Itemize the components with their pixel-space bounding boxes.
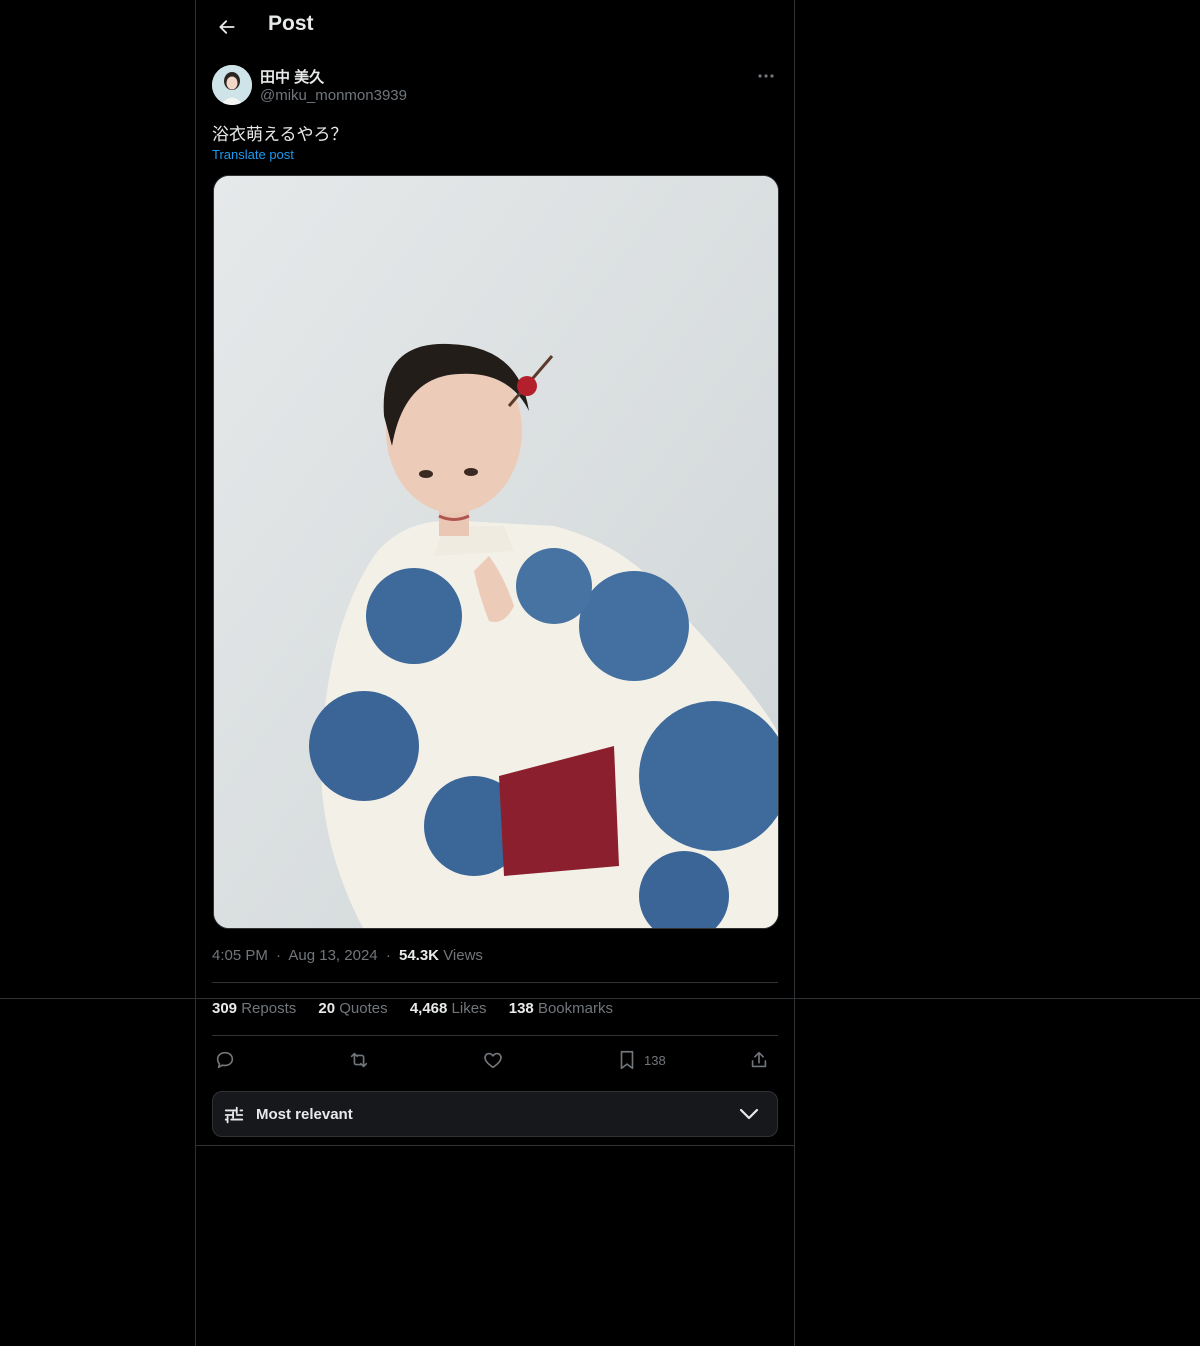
reply-sort-dropdown[interactable]: Most relevant	[212, 1091, 778, 1137]
bookmarks-count: 138	[508, 1000, 534, 1017]
divider	[196, 1145, 794, 1146]
reposts-stat[interactable]: 309 Reposts	[212, 1000, 296, 1017]
chevron-down-icon	[739, 1108, 759, 1120]
quotes-stat[interactable]: 20 Quotes	[318, 1000, 387, 1017]
likes-stat[interactable]: 4,468 Likes	[410, 1000, 487, 1017]
meta-separator: ·	[276, 947, 282, 964]
engagement-stats: 309 Reposts 20 Quotes 4,468 Likes 138 Bo…	[212, 1000, 631, 1017]
share-icon	[751, 1051, 767, 1068]
bookmark-count: 138	[644, 1052, 666, 1068]
reposts-label: Reposts	[241, 1000, 297, 1017]
back-button[interactable]	[212, 12, 242, 42]
quotes-count: 20	[318, 1000, 336, 1017]
likes-count: 4,468	[409, 1000, 448, 1017]
reply-button[interactable]	[214, 1046, 236, 1074]
reposts-count: 309	[212, 1000, 238, 1017]
user-handle[interactable]: @miku_monmon3939	[260, 87, 407, 104]
reply-icon	[216, 1051, 234, 1069]
meta-separator: ·	[385, 947, 391, 964]
avatar[interactable]	[212, 65, 252, 105]
like-icon	[484, 1052, 502, 1069]
filter-sliders-icon	[224, 1106, 244, 1124]
repost-icon	[350, 1052, 368, 1068]
arrow-left-icon	[219, 20, 235, 34]
likes-label: Likes	[451, 1000, 487, 1017]
quotes-label: Quotes	[339, 1000, 388, 1017]
translate-post-link[interactable]: Translate post	[212, 147, 294, 162]
page: Post 田中 美久 @miku_monmon3939 浴衣萌えるやろ？ Tra…	[0, 0, 1200, 1346]
bookmark-icon	[620, 1050, 634, 1070]
share-button[interactable]	[748, 1046, 770, 1074]
views-count: 54.3K	[398, 947, 440, 964]
post-author: 田中 美久 @miku_monmon3939	[212, 64, 778, 108]
views-label: Views	[443, 947, 483, 964]
sort-label: Most relevant	[256, 1106, 353, 1123]
post-date[interactable]: Aug 13, 2024	[288, 947, 377, 964]
more-icon	[758, 74, 774, 78]
bookmarks-stat[interactable]: 138 Bookmarks	[509, 1000, 613, 1017]
bookmarks-label: Bookmarks	[537, 1000, 613, 1017]
display-name[interactable]: 田中 美久	[260, 66, 324, 87]
divider	[212, 1035, 778, 1036]
divider	[212, 982, 778, 983]
post-timestamp: 4:05 PM · Aug 13, 2024 · 54.3K Views	[212, 947, 483, 964]
header: Post	[196, 0, 794, 54]
post-photo[interactable]	[213, 175, 779, 929]
more-options-button[interactable]	[754, 66, 778, 86]
post-column: Post 田中 美久 @miku_monmon3939 浴衣萌えるやろ？ Tra…	[195, 0, 795, 1346]
page-title: Post	[268, 12, 314, 35]
bookmark-button[interactable]: 138	[616, 1046, 666, 1074]
like-button[interactable]	[482, 1046, 504, 1074]
post-text: 浴衣萌えるやろ？	[212, 125, 348, 144]
repost-button[interactable]	[348, 1046, 370, 1074]
post-time[interactable]: 4:05 PM	[212, 947, 268, 964]
action-bar: 138	[212, 1046, 778, 1074]
